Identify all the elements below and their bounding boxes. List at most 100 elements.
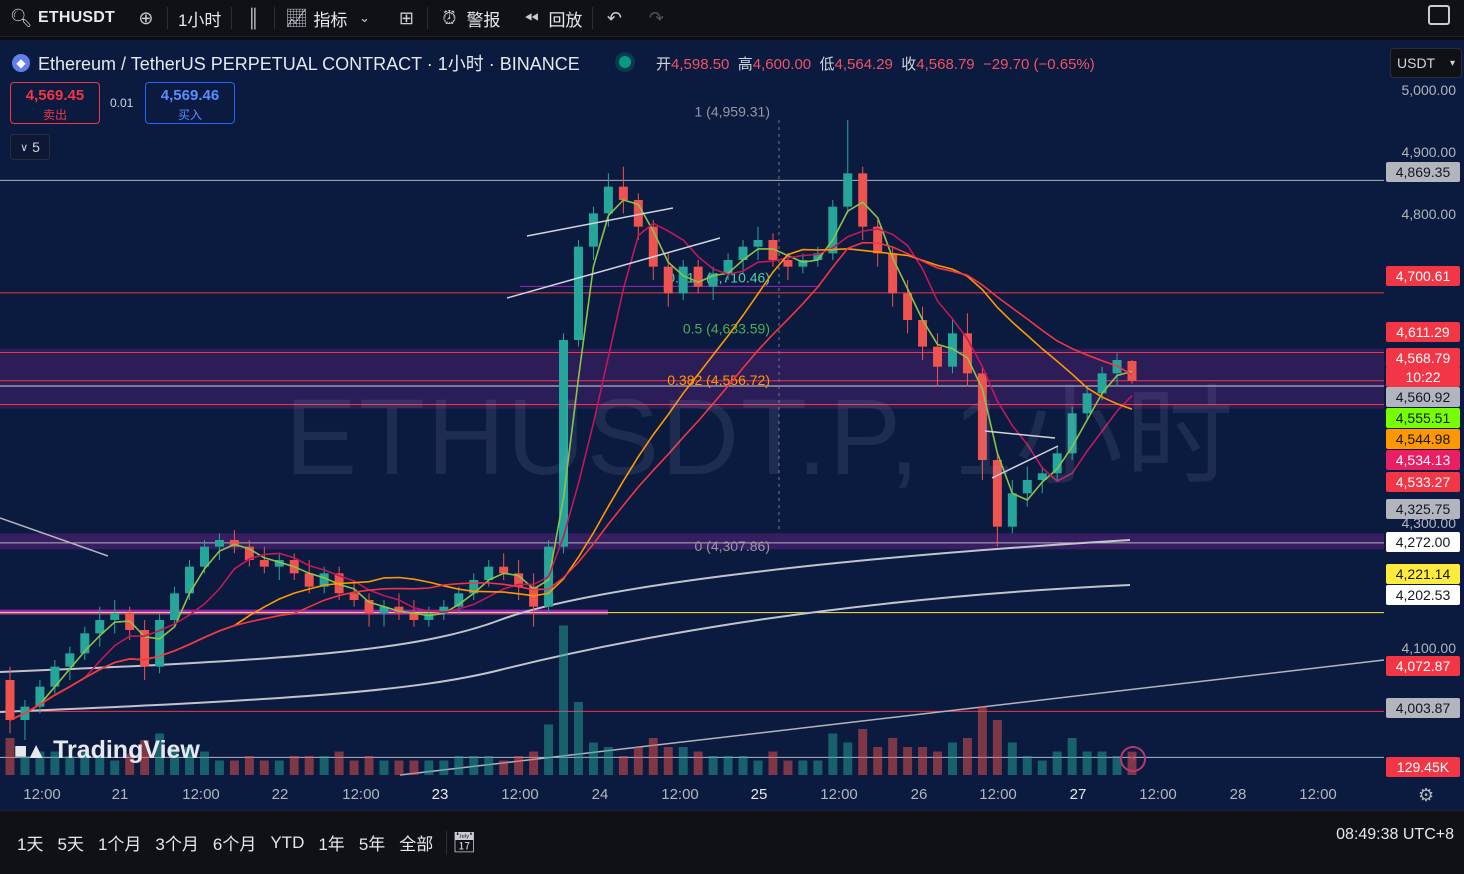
price-tag: 4,202.53 xyxy=(1386,585,1460,605)
sell-button[interactable]: 4,569.45 卖出 xyxy=(10,82,100,124)
time-axis[interactable]: 12:00 21 12:00 22 12:00 23 12:00 24 12:00 25 12:00… xyxy=(0,780,1464,810)
price-tag: 4,560.92 xyxy=(1386,387,1460,407)
price-tick: 4,800.00 xyxy=(1401,206,1457,222)
symbol-search[interactable]: 🔍︎ ETHUSDT xyxy=(0,0,125,36)
bolt-icon[interactable]: ⚡︎ xyxy=(1120,746,1146,772)
indicators-button[interactable]: 📈︎ 指标 ⌄ xyxy=(275,0,385,36)
range-button[interactable]: 全部 xyxy=(392,830,440,855)
range-button[interactable]: 5天 xyxy=(50,830,90,855)
currency-label: USDT xyxy=(1397,55,1436,71)
time-label: 12:00 xyxy=(979,786,1017,803)
symbol-label: ETHUSDT xyxy=(38,9,115,26)
volume-bar xyxy=(918,747,928,775)
chart-pane[interactable]: 1 (4,959.31) 0.618 (4,710.46) 0.5 (4,633.5… xyxy=(0,40,1464,810)
candle-body xyxy=(588,213,598,247)
candle-body xyxy=(214,540,224,547)
volume-bar xyxy=(648,738,658,775)
replay-button[interactable]: ⏪︎ 回放 xyxy=(510,0,592,36)
chart-type-button[interactable]: ║ xyxy=(232,0,274,36)
range-button[interactable]: 5年 xyxy=(352,830,392,855)
volume-bar xyxy=(753,760,763,775)
volume-bar xyxy=(1067,738,1077,775)
price-tag: 4,325.75 xyxy=(1386,499,1460,519)
buy-button[interactable]: 4,569.46 买入 xyxy=(145,82,235,124)
chevron-down-icon: ▾ xyxy=(1449,57,1455,69)
fib-label: 1 (4,959.31) xyxy=(695,103,771,119)
compare-button[interactable]: ⊕ xyxy=(125,0,167,36)
volume-bar xyxy=(514,756,524,775)
range-button[interactable]: 1天 xyxy=(10,830,50,855)
clock: 08:49:38 UTC+8 xyxy=(1336,826,1454,843)
candle-body xyxy=(304,573,314,587)
tradingview-mark-icon: ■▲ xyxy=(14,737,47,763)
price-tick: 4,900.00 xyxy=(1401,144,1457,160)
price-tag: 129.45K xyxy=(1386,757,1460,777)
time-label: 12:00 xyxy=(661,786,699,803)
price-tag: 4,555.51 xyxy=(1386,408,1460,428)
candle-body xyxy=(5,680,15,720)
candle-body xyxy=(259,560,269,567)
sell-label: 卖出 xyxy=(42,108,67,122)
volume-bar xyxy=(708,756,718,775)
time-label: 12:00 xyxy=(820,786,858,803)
time-label: 28 xyxy=(1229,786,1247,803)
time-label: 12:00 xyxy=(342,786,380,803)
candle-body xyxy=(678,266,688,294)
volume-bar xyxy=(334,751,344,775)
time-label: 12:00 xyxy=(1299,786,1337,803)
tradingview-wordmark: TradingView xyxy=(53,736,200,764)
fib-label: 0.5 (4,633.59) xyxy=(683,321,770,337)
range-button[interactable]: YTD xyxy=(263,833,311,853)
time-label: 12:00 xyxy=(182,786,220,803)
volume-bar xyxy=(888,738,898,775)
undo-icon: ↶ xyxy=(606,7,622,28)
volume-bar xyxy=(1097,751,1107,775)
fullscreen-button[interactable] xyxy=(1428,5,1450,25)
spread-value: 0.01 xyxy=(110,96,134,110)
volume-bar xyxy=(768,751,778,775)
layouts-button[interactable]: ⊞ xyxy=(385,0,427,36)
price-tag: 4,544.98 xyxy=(1386,429,1460,449)
volume-bar xyxy=(319,756,329,775)
price-tag: 4,534.13 xyxy=(1386,450,1460,470)
chevron-down-icon: ⌄ xyxy=(358,10,370,25)
gear-icon[interactable]: ⚙︎ xyxy=(1418,785,1434,806)
volume-bar xyxy=(723,756,733,775)
volume-bar xyxy=(873,747,883,775)
volume-bar xyxy=(544,724,554,775)
interval-label: 1小时 xyxy=(177,10,222,30)
range-button[interactable]: 1年 xyxy=(311,830,351,855)
sell-price: 4,569.45 xyxy=(25,87,85,104)
volume-bar xyxy=(693,751,703,775)
currency-select[interactable]: USDT ▾ xyxy=(1390,48,1462,78)
volume-bar xyxy=(499,760,509,775)
candle-body xyxy=(170,593,180,620)
buy-label: 买入 xyxy=(177,108,202,122)
close-label: 收 xyxy=(901,56,917,73)
indicators-icon: 📈︎ xyxy=(285,7,308,28)
market-open-icon xyxy=(619,56,631,68)
plus-circle-icon: ⊕ xyxy=(138,7,154,28)
indicators-collapse-button[interactable]: ∨ 5 xyxy=(10,134,50,160)
candle-body xyxy=(349,593,359,600)
undo-button[interactable]: ↶ xyxy=(593,0,635,36)
volume-bar xyxy=(813,760,823,775)
tradingview-logo: ■▲ TradingView xyxy=(14,736,200,765)
grid-icon: ⊞ xyxy=(398,7,414,28)
top-toolbar: 🔍︎ ETHUSDT ⊕ 1小时 ║ 📈︎ 指标 ⌄ ⊞ ⏰︎ 警报 ⏪︎ 回放… xyxy=(0,0,1464,37)
range-button[interactable]: 1个月 xyxy=(91,830,148,855)
volume-bar xyxy=(559,625,569,775)
redo-button[interactable]: ↷ xyxy=(635,0,677,36)
alert-button[interactable]: ⏰︎ 警报 xyxy=(428,0,510,36)
interval-button[interactable]: 1小时 xyxy=(168,0,231,36)
volume-bar xyxy=(229,760,239,775)
candle-body xyxy=(663,266,673,294)
range-button[interactable]: 6个月 xyxy=(206,830,263,855)
price-tag: 10:22 xyxy=(1386,367,1460,387)
range-button[interactable]: 3个月 xyxy=(148,830,205,855)
time-label: 26 xyxy=(910,786,928,803)
calendar-icon[interactable]: 📅︎ xyxy=(452,832,477,854)
time-label: 21 xyxy=(111,786,129,803)
volume-bar xyxy=(828,733,838,775)
time-label: 12:00 xyxy=(1139,786,1177,803)
